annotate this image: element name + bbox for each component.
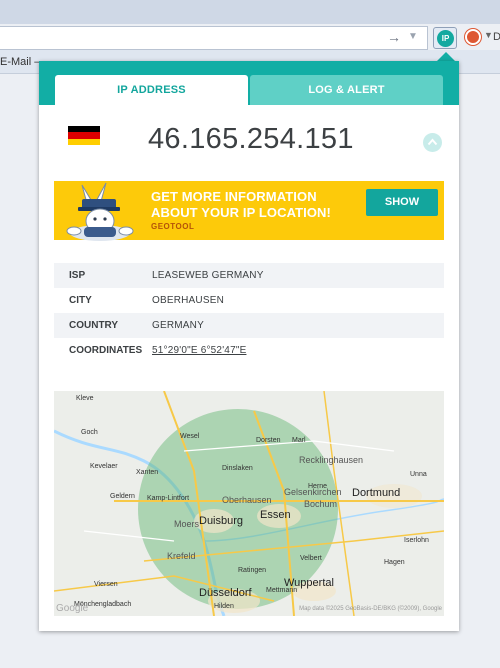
duckduckgo-icon[interactable] — [465, 29, 481, 45]
map-label: Unna — [410, 471, 427, 478]
country-value: GERMANY — [152, 320, 204, 331]
location-map[interactable]: Kleve Goch Wesel Dorsten Marl Herne Keve… — [54, 391, 444, 616]
banner-brand: GEOTOOL — [151, 222, 195, 231]
map-label: Essen — [260, 509, 291, 521]
map-label: Gelsenkirchen — [284, 487, 342, 497]
coordinates-label: COORDINATES — [69, 345, 143, 356]
banner-headline: GET MORE INFORMATION ABOUT YOUR IP LOCAT… — [151, 189, 331, 220]
map-label: Recklinghausen — [299, 455, 364, 465]
city-label: CITY — [69, 295, 92, 306]
map-label: Kevelaer — [90, 463, 118, 470]
address-bar[interactable] — [0, 26, 428, 50]
url-dropdown-icon[interactable]: ▼ — [407, 29, 419, 45]
collapse-button[interactable] — [423, 133, 442, 152]
map-label: Dinslaken — [222, 465, 253, 472]
show-button[interactable]: SHOW — [366, 189, 438, 216]
map-label: Ratingen — [238, 567, 267, 574]
ip-info-table: ISP LEASEWEB GERMANY CITY OBERHAUSEN COU… — [54, 263, 444, 363]
ip-extension-icon: IP — [437, 30, 454, 47]
map-label: Iserlohn — [404, 537, 429, 544]
tab-log-alert[interactable]: LOG & ALERT — [250, 75, 443, 105]
map-label: Viersen — [94, 581, 118, 588]
map-label: Oberhausen — [222, 495, 272, 505]
chevron-up-icon — [427, 138, 438, 146]
google-logo: Google — [56, 603, 89, 614]
table-row: ISP LEASEWEB GERMANY — [54, 263, 444, 288]
popup-caret — [437, 52, 455, 61]
map-label: Hagen — [384, 559, 405, 566]
map-label: Dortmund — [352, 487, 401, 499]
map-label: Hilden — [214, 603, 234, 610]
table-row: COUNTRY GERMANY — [54, 313, 444, 338]
tab-ip-address[interactable]: IP ADDRESS — [55, 75, 248, 105]
map-label: Wesel — [180, 433, 200, 440]
map-label: Goch — [81, 429, 98, 436]
geotool-banner[interactable]: GET MORE INFORMATION ABOUT YOUR IP LOCAT… — [54, 181, 444, 241]
coordinates-link[interactable]: 51°29'0"E 6°52'47"E — [152, 345, 246, 356]
country-label: COUNTRY — [69, 320, 119, 331]
map-label: Velbert — [300, 555, 322, 562]
map-label: Kamp-Lintfort — [147, 495, 190, 502]
germany-flag-icon — [68, 126, 100, 145]
map-label: Bochum — [304, 499, 338, 509]
map-label: Xanten — [136, 469, 159, 476]
ip-extension-button[interactable]: IP — [433, 27, 457, 49]
map-label: Moers — [174, 519, 200, 529]
map-label: Düsseldorf — [199, 587, 252, 599]
map-label: Wuppertal — [284, 577, 334, 589]
ddg-dropdown-icon[interactable]: ▼ — [484, 30, 493, 40]
ddg-label: D — [493, 31, 500, 43]
map-label: Marl — [292, 437, 306, 444]
map-label: Krefeld — [167, 551, 196, 561]
map-label: Geldern — [110, 493, 135, 500]
rabbit-mascot-icon — [66, 182, 134, 241]
go-arrow-icon[interactable]: → — [386, 29, 402, 45]
browser-titlebar — [0, 0, 500, 24]
tab-bar: IP ADDRESS LOG & ALERT — [39, 61, 459, 105]
table-row: COORDINATES 51°29'0"E 6°52'47"E — [54, 338, 444, 363]
ip-address-value: 46.165.254.151 — [148, 123, 354, 155]
ip-popup: IP ADDRESS LOG & ALERT 46.165.254.151 GE… — [39, 61, 459, 631]
map-label: Dorsten — [256, 437, 281, 444]
map-label: Duisburg — [199, 515, 244, 527]
isp-value: LEASEWEB GERMANY — [152, 270, 264, 281]
map-label: Kleve — [76, 395, 94, 402]
map-attribution: Map data ©2025 GeoBasis-DE/BKG (©2009), … — [299, 606, 442, 612]
isp-label: ISP — [69, 270, 86, 281]
table-row: CITY OBERHAUSEN — [54, 288, 444, 313]
city-value: OBERHAUSEN — [152, 295, 225, 306]
